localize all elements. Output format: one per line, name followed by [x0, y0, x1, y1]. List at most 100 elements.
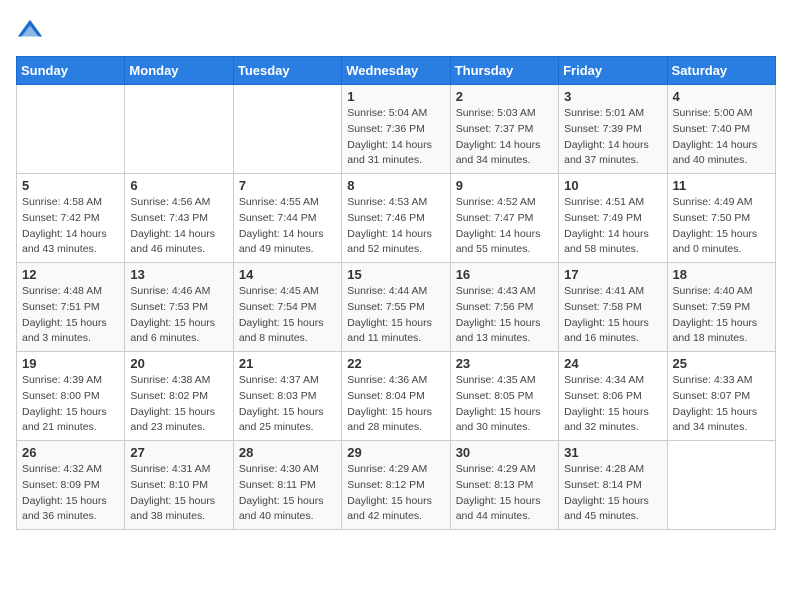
day-number: 20 — [130, 356, 227, 371]
header-thursday: Thursday — [450, 57, 558, 85]
day-number: 4 — [673, 89, 770, 104]
day-number: 26 — [22, 445, 119, 460]
day-cell: 26 Sunrise: 4:32 AM Sunset: 8:09 PM Dayli… — [17, 441, 125, 530]
day-cell: 8Sunrise: 4:53 AM Sunset: 7:46 PM Daylig… — [342, 174, 450, 263]
day-info: Sunrise: 4:33 AM Sunset: 8:07 PM Dayligh… — [673, 373, 770, 436]
day-info: Sunrise: 5:03 AM Sunset: 7:37 PM Dayligh… — [456, 106, 553, 169]
day-info: Sunrise: 4:31 AM Sunset: 8:10 PM Dayligh… — [130, 462, 227, 525]
day-number: 5 — [22, 178, 119, 193]
day-number: 21 — [239, 356, 336, 371]
day-cell: 24 Sunrise: 4:34 AM Sunset: 8:06 PM Dayli… — [559, 352, 667, 441]
day-number: 2 — [456, 89, 553, 104]
day-number: 3 — [564, 89, 661, 104]
day-info: Sunrise: 4:55 AM Sunset: 7:44 PM Dayligh… — [239, 195, 336, 258]
day-info: Sunrise: 4:38 AM Sunset: 8:02 PM Dayligh… — [130, 373, 227, 436]
day-info: Sunrise: 4:36 AM Sunset: 8:04 PM Dayligh… — [347, 373, 444, 436]
day-cell: 12 Sunrise: 4:48 AM Sunset: 7:51 PM Dayli… — [17, 263, 125, 352]
day-info: Sunrise: 5:04 AM Sunset: 7:36 PM Dayligh… — [347, 106, 444, 169]
week-row-1: 1 Sunrise: 5:04 AM Sunset: 7:36 PM Daylig… — [17, 85, 776, 174]
day-info: Sunrise: 4:45 AM Sunset: 7:54 PM Dayligh… — [239, 284, 336, 347]
day-info: Sunrise: 4:58 AM Sunset: 7:42 PM Dayligh… — [22, 195, 119, 258]
day-info: Sunrise: 4:28 AM Sunset: 8:14 PM Dayligh… — [564, 462, 661, 525]
day-number: 7 — [239, 178, 336, 193]
day-cell: 10 Sunrise: 4:51 AM Sunset: 7:49 PM Dayli… — [559, 174, 667, 263]
day-info: Sunrise: 4:49 AM Sunset: 7:50 PM Dayligh… — [673, 195, 770, 258]
day-number: 15 — [347, 267, 444, 282]
day-number: 19 — [22, 356, 119, 371]
week-row-2: 5 Sunrise: 4:58 AM Sunset: 7:42 PM Daylig… — [17, 174, 776, 263]
day-number: 10 — [564, 178, 661, 193]
day-cell: 20 Sunrise: 4:38 AM Sunset: 8:02 PM Dayli… — [125, 352, 233, 441]
day-number: 28 — [239, 445, 336, 460]
day-cell: 3Sunrise: 5:01 AM Sunset: 7:39 PM Daylig… — [559, 85, 667, 174]
calendar-table: SundayMondayTuesdayWednesdayThursdayFrid… — [16, 56, 776, 530]
day-number: 30 — [456, 445, 553, 460]
day-cell: 28 Sunrise: 4:30 AM Sunset: 8:11 PM Dayli… — [233, 441, 341, 530]
day-cell: 19 Sunrise: 4:39 AM Sunset: 8:00 PM Dayli… — [17, 352, 125, 441]
day-cell: 11 Sunrise: 4:49 AM Sunset: 7:50 PM Dayli… — [667, 174, 775, 263]
day-cell: 6 Sunrise: 4:56 AM Sunset: 7:43 PM Daylig… — [125, 174, 233, 263]
day-info: Sunrise: 4:40 AM Sunset: 7:59 PM Dayligh… — [673, 284, 770, 347]
day-cell: 7 Sunrise: 4:55 AM Sunset: 7:44 PM Daylig… — [233, 174, 341, 263]
day-cell: 15 Sunrise: 4:44 AM Sunset: 7:55 PM Dayli… — [342, 263, 450, 352]
header-sunday: Sunday — [17, 57, 125, 85]
calendar-header-row: SundayMondayTuesdayWednesdayThursdayFrid… — [17, 57, 776, 85]
day-cell — [233, 85, 341, 174]
day-info: Sunrise: 4:37 AM Sunset: 8:03 PM Dayligh… — [239, 373, 336, 436]
header-friday: Friday — [559, 57, 667, 85]
day-cell: 29 Sunrise: 4:29 AM Sunset: 8:12 PM Dayli… — [342, 441, 450, 530]
day-info: Sunrise: 4:29 AM Sunset: 8:12 PM Dayligh… — [347, 462, 444, 525]
day-number: 29 — [347, 445, 444, 460]
week-row-3: 12 Sunrise: 4:48 AM Sunset: 7:51 PM Dayli… — [17, 263, 776, 352]
day-cell: 21 Sunrise: 4:37 AM Sunset: 8:03 PM Dayli… — [233, 352, 341, 441]
day-number: 24 — [564, 356, 661, 371]
header-wednesday: Wednesday — [342, 57, 450, 85]
day-info: Sunrise: 4:32 AM Sunset: 8:09 PM Dayligh… — [22, 462, 119, 525]
day-number: 31 — [564, 445, 661, 460]
header-monday: Monday — [125, 57, 233, 85]
day-info: Sunrise: 4:30 AM Sunset: 8:11 PM Dayligh… — [239, 462, 336, 525]
day-info: Sunrise: 4:43 AM Sunset: 7:56 PM Dayligh… — [456, 284, 553, 347]
day-cell: 23 Sunrise: 4:35 AM Sunset: 8:05 PM Dayli… — [450, 352, 558, 441]
day-info: Sunrise: 4:44 AM Sunset: 7:55 PM Dayligh… — [347, 284, 444, 347]
day-number: 1 — [347, 89, 444, 104]
day-number: 27 — [130, 445, 227, 460]
day-info: Sunrise: 4:39 AM Sunset: 8:00 PM Dayligh… — [22, 373, 119, 436]
day-cell — [667, 441, 775, 530]
day-number: 17 — [564, 267, 661, 282]
day-cell: 1 Sunrise: 5:04 AM Sunset: 7:36 PM Daylig… — [342, 85, 450, 174]
day-info: Sunrise: 4:35 AM Sunset: 8:05 PM Dayligh… — [456, 373, 553, 436]
day-info: Sunrise: 4:56 AM Sunset: 7:43 PM Dayligh… — [130, 195, 227, 258]
day-cell: 30 Sunrise: 4:29 AM Sunset: 8:13 PM Dayli… — [450, 441, 558, 530]
day-cell: 18 Sunrise: 4:40 AM Sunset: 7:59 PM Dayli… — [667, 263, 775, 352]
day-cell: 27 Sunrise: 4:31 AM Sunset: 8:10 PM Dayli… — [125, 441, 233, 530]
logo — [16, 16, 48, 44]
day-cell: 5 Sunrise: 4:58 AM Sunset: 7:42 PM Daylig… — [17, 174, 125, 263]
day-number: 18 — [673, 267, 770, 282]
day-cell: 25 Sunrise: 4:33 AM Sunset: 8:07 PM Dayli… — [667, 352, 775, 441]
week-row-4: 19 Sunrise: 4:39 AM Sunset: 8:00 PM Dayli… — [17, 352, 776, 441]
day-number: 23 — [456, 356, 553, 371]
day-cell: 13Sunrise: 4:46 AM Sunset: 7:53 PM Dayli… — [125, 263, 233, 352]
day-cell: 31 Sunrise: 4:28 AM Sunset: 8:14 PM Dayli… — [559, 441, 667, 530]
day-info: Sunrise: 4:52 AM Sunset: 7:47 PM Dayligh… — [456, 195, 553, 258]
day-cell: 17Sunrise: 4:41 AM Sunset: 7:58 PM Dayli… — [559, 263, 667, 352]
day-number: 6 — [130, 178, 227, 193]
day-cell — [17, 85, 125, 174]
header-tuesday: Tuesday — [233, 57, 341, 85]
day-cell: 9 Sunrise: 4:52 AM Sunset: 7:47 PM Daylig… — [450, 174, 558, 263]
day-number: 12 — [22, 267, 119, 282]
day-number: 22 — [347, 356, 444, 371]
day-info: Sunrise: 4:51 AM Sunset: 7:49 PM Dayligh… — [564, 195, 661, 258]
day-cell — [125, 85, 233, 174]
day-info: Sunrise: 4:34 AM Sunset: 8:06 PM Dayligh… — [564, 373, 661, 436]
day-info: Sunrise: 4:48 AM Sunset: 7:51 PM Dayligh… — [22, 284, 119, 347]
day-number: 11 — [673, 178, 770, 193]
day-cell: 14Sunrise: 4:45 AM Sunset: 7:54 PM Dayli… — [233, 263, 341, 352]
day-number: 9 — [456, 178, 553, 193]
day-cell: 2 Sunrise: 5:03 AM Sunset: 7:37 PM Daylig… — [450, 85, 558, 174]
day-number: 25 — [673, 356, 770, 371]
day-info: Sunrise: 4:29 AM Sunset: 8:13 PM Dayligh… — [456, 462, 553, 525]
week-row-5: 26 Sunrise: 4:32 AM Sunset: 8:09 PM Dayli… — [17, 441, 776, 530]
page-header — [16, 16, 776, 44]
